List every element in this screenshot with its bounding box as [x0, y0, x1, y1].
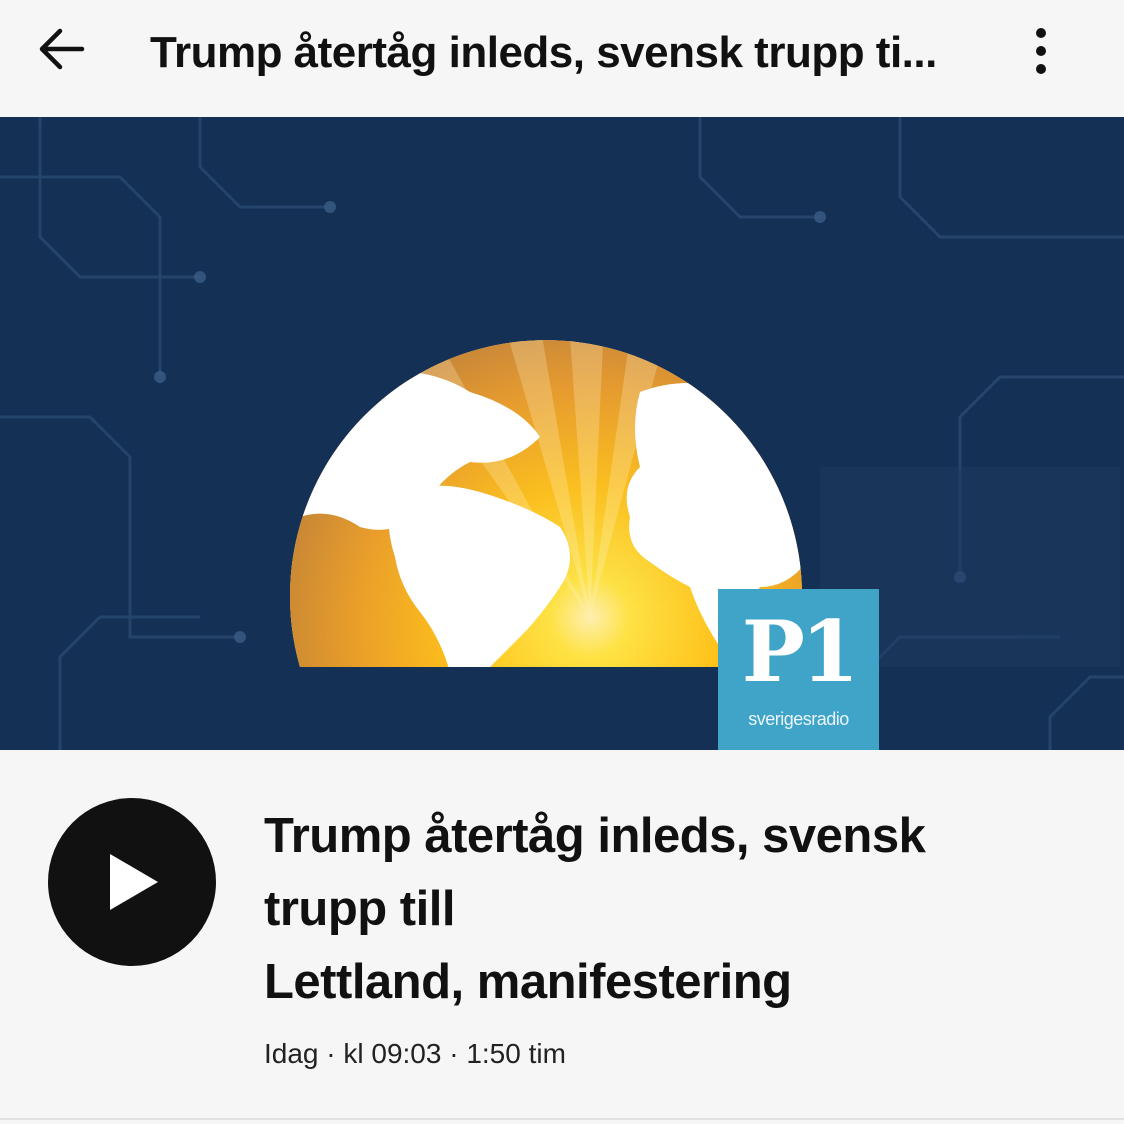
episode-title-line-3: Lettland, manifestering: [264, 955, 792, 1009]
p1-logo-mark: P1: [741, 602, 860, 701]
play-button[interactable]: [48, 798, 216, 966]
episode-title-line-1: Trump återtåg inleds, svensk: [264, 809, 926, 863]
episode-artwork: P1 sverigesradio: [0, 117, 1124, 750]
sveriges-radio-wordmark: sverigesradio: [748, 709, 849, 729]
arrow-left-icon: [39, 28, 85, 70]
more-options-button[interactable]: [1014, 20, 1068, 82]
episode-meta: Idag · kl 09:03 · 1:50 tim: [264, 1038, 566, 1069]
app-bar: Trump återtåg inleds, svensk trupp ti...: [0, 0, 1124, 117]
p1-logo: P1 sverigesradio: [718, 589, 879, 750]
page-title: Trump återtåg inleds, svensk trupp ti...: [150, 28, 937, 77]
more-vertical-icon: [1036, 28, 1046, 74]
episode-title: Trump återtåg inleds, svensk trupp till …: [264, 800, 1044, 1019]
episode-title-line-2: trupp till: [264, 882, 455, 936]
divider: [0, 1118, 1124, 1120]
play-icon: [110, 854, 158, 910]
back-button[interactable]: [28, 20, 94, 78]
